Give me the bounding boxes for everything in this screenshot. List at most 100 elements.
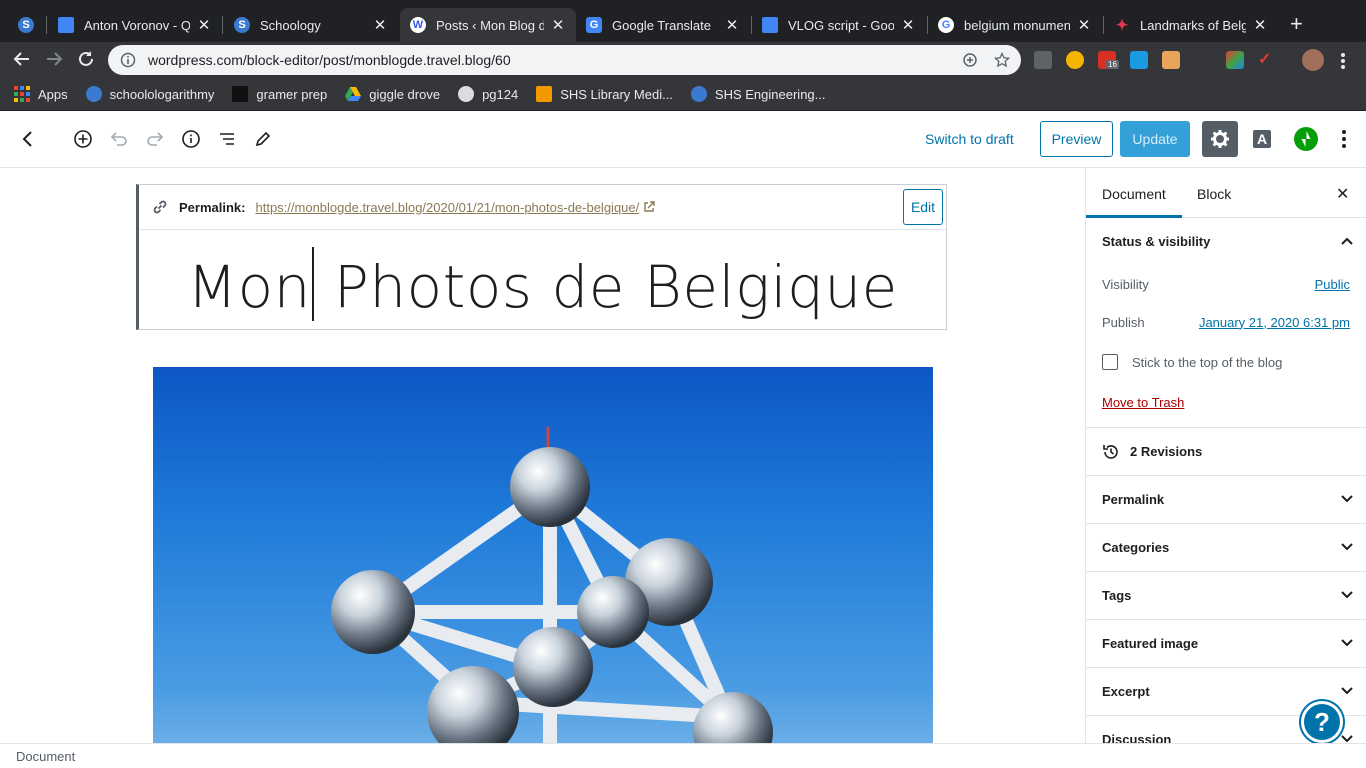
bookmark-pg124[interactable]: pg124 xyxy=(458,86,518,102)
post-title-text: Photos de Belgique xyxy=(314,253,898,321)
close-sidebar-button[interactable]: ✕ xyxy=(1336,184,1349,204)
chevron-down-icon xyxy=(1341,543,1353,551)
tab-anton-voronov[interactable]: Anton Voronov - Q2 ✕ xyxy=(48,8,222,42)
bookmark-label: gramer prep xyxy=(256,86,328,102)
sticky-checkbox[interactable] xyxy=(1102,354,1118,370)
bookmark-giggle-drove[interactable]: giggle drove xyxy=(345,86,440,102)
tab-pinned-schoology[interactable]: S xyxy=(8,8,48,42)
info-icon[interactable] xyxy=(120,52,136,68)
add-block-icon[interactable] xyxy=(73,129,93,149)
publish-date-link[interactable]: January 21, 2020 6:31 pm xyxy=(1199,315,1350,330)
panel-title: Categories xyxy=(1102,540,1170,555)
panel-header[interactable]: Status & visibility xyxy=(1086,218,1366,265)
globe-icon xyxy=(458,86,475,102)
close-tab-icon[interactable]: ✕ xyxy=(900,16,916,34)
bookmark-apps[interactable]: Apps xyxy=(14,86,68,102)
panel-title: Status & visibility xyxy=(1102,234,1211,249)
tab-title: Landmarks of Belgi xyxy=(1140,17,1246,33)
sticky-label[interactable]: Stick to the top of the blog xyxy=(1132,355,1282,370)
panel-title: Tags xyxy=(1102,588,1132,603)
update-button[interactable]: Update xyxy=(1120,121,1190,157)
text-caret xyxy=(311,247,314,321)
google-docs-icon xyxy=(58,17,74,33)
permalink-url-link[interactable]: https://monblogde.travel.blog/2020/01/21… xyxy=(255,200,639,215)
close-tab-icon[interactable]: ✕ xyxy=(1252,16,1268,34)
bookmark-label: schoolologarithmy xyxy=(109,86,215,102)
tab-title: Anton Voronov - Q2 xyxy=(84,17,190,33)
extension-icon[interactable] xyxy=(1162,51,1180,69)
categories-panel[interactable]: Categories xyxy=(1086,524,1366,572)
post-title-input[interactable]: Mon Photos de Belgique xyxy=(139,247,946,321)
close-tab-icon[interactable]: ✕ xyxy=(372,16,388,34)
revisions-panel[interactable]: 2 Revisions xyxy=(1086,428,1366,476)
forward-icon[interactable] xyxy=(45,50,63,68)
tab-landmarks-of-belgium[interactable]: ✦ Landmarks of Belgi ✕ xyxy=(1104,8,1278,42)
featured-image-panel[interactable]: Featured image xyxy=(1086,620,1366,668)
extension-icon[interactable] xyxy=(1130,51,1148,69)
library-icon xyxy=(536,86,553,102)
info-icon[interactable] xyxy=(181,129,201,149)
wordpress-icon: W xyxy=(410,17,426,33)
bookmark-shs-engineering[interactable]: SHS Engineering... xyxy=(690,86,826,102)
move-to-trash-link[interactable]: Move to Trash xyxy=(1086,383,1366,421)
redo-icon[interactable] xyxy=(145,129,165,149)
help-button[interactable]: ? xyxy=(1301,701,1343,743)
close-tab-icon[interactable]: ✕ xyxy=(1076,16,1092,34)
tab-title: Posts ‹ Mon Blog de xyxy=(436,17,544,33)
permalink-panel[interactable]: Permalink xyxy=(1086,476,1366,524)
tab-block[interactable]: Block xyxy=(1197,186,1231,202)
close-tab-icon[interactable]: ✕ xyxy=(550,16,566,34)
address-bar[interactable]: wordpress.com/block-editor/post/monblogd… xyxy=(108,45,1021,75)
new-tab-button[interactable]: + xyxy=(1290,13,1303,35)
history-icon xyxy=(1103,444,1118,459)
jetpack-icon[interactable] xyxy=(1294,127,1318,151)
close-tab-icon[interactable]: ✕ xyxy=(196,16,212,34)
tab-google-translate[interactable]: G Google Translate ✕ xyxy=(576,8,750,42)
tab-belgium-monuments[interactable]: G belgium monuments ✕ xyxy=(928,8,1102,42)
post-title-block[interactable]: Permalink: https://monblogde.travel.blog… xyxy=(136,184,947,330)
external-link-icon[interactable] xyxy=(643,201,655,213)
post-image-atomium[interactable] xyxy=(153,367,933,743)
breadcrumb-document[interactable]: Document xyxy=(16,749,75,764)
undo-icon[interactable] xyxy=(109,129,129,149)
more-options-icon[interactable] xyxy=(1341,129,1347,149)
crx-extension-icon[interactable] xyxy=(1034,51,1052,69)
edit-pencil-icon[interactable] xyxy=(253,129,273,149)
bookmark-label: pg124 xyxy=(482,86,519,102)
settings-button[interactable] xyxy=(1202,121,1238,157)
bookmark-gramer-prep[interactable]: gramer prep xyxy=(232,86,327,102)
tab-title: VLOG script - Goog xyxy=(788,17,894,33)
chevron-down-icon xyxy=(1341,591,1353,599)
bookmark-schoolologarithmy[interactable]: schoolologarithmy xyxy=(85,86,215,102)
zoom-plus-icon[interactable] xyxy=(962,52,978,68)
reload-icon[interactable] xyxy=(77,50,95,68)
profile-avatar[interactable] xyxy=(1302,49,1324,71)
tab-schoology[interactable]: S Schoology ✕ xyxy=(224,8,398,42)
tags-panel[interactable]: Tags xyxy=(1086,572,1366,620)
preview-button[interactable]: Preview xyxy=(1040,121,1113,157)
abp-extension-icon[interactable]: 16 xyxy=(1098,51,1119,69)
back-arrow-icon[interactable] xyxy=(18,129,38,149)
star-icon: ✦ xyxy=(1115,17,1129,34)
visibility-value-link[interactable]: Public xyxy=(1315,277,1350,292)
bookmark-label: SHS Library Medi... xyxy=(560,86,673,102)
owl-extension-icon[interactable] xyxy=(1066,51,1084,69)
tab-posts-wordpress[interactable]: W Posts ‹ Mon Blog de ✕ xyxy=(400,8,576,42)
back-icon[interactable] xyxy=(13,50,31,68)
chevron-down-icon xyxy=(1341,687,1353,695)
permalink-label: Permalink: xyxy=(179,199,246,215)
switch-to-draft-button[interactable]: Switch to draft xyxy=(925,131,1014,147)
browser-menu-icon[interactable] xyxy=(1340,52,1346,70)
close-tab-icon[interactable]: ✕ xyxy=(724,16,740,34)
font-style-button[interactable]: A xyxy=(1253,130,1271,148)
panel-title: Featured image xyxy=(1102,636,1199,651)
apps-grid-icon xyxy=(14,86,30,102)
tab-vlog-script[interactable]: VLOG script - Goog ✕ xyxy=(752,8,926,42)
tab-document[interactable]: Document xyxy=(1102,186,1166,202)
checkmark-extension-icon[interactable]: ✓ xyxy=(1258,51,1276,69)
color-extension-icon[interactable] xyxy=(1226,51,1244,69)
bookmark-shs-library[interactable]: SHS Library Medi... xyxy=(536,86,673,102)
list-view-icon[interactable] xyxy=(217,129,237,149)
bookmark-star-icon[interactable] xyxy=(994,52,1010,68)
edit-permalink-button[interactable]: Edit xyxy=(903,189,943,225)
